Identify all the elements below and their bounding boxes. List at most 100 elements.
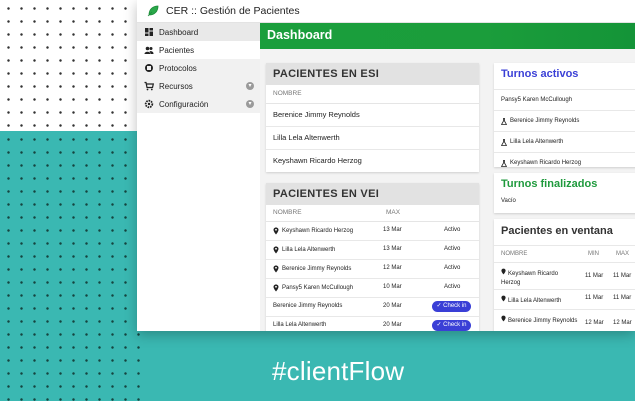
- table-row[interactable]: Keyshawn Ricardo Herzog: [266, 150, 479, 172]
- hashtag-caption: #clientFlow: [272, 356, 405, 386]
- dashboard-icon: [144, 27, 154, 37]
- status-cell: Activo: [444, 227, 461, 233]
- column-header-nombre: NOMBRE: [273, 209, 302, 216]
- sidebar: Dashboard Pacientes Protocolos Recursos …: [137, 23, 260, 331]
- gear-icon: [144, 99, 154, 109]
- list-item[interactable]: Pansy5 Karen McCullough: [494, 89, 635, 110]
- main-content: Dashboard PACIENTES EN ESI NOMBRE Bereni…: [260, 23, 635, 331]
- users-icon: [144, 45, 154, 55]
- date-cell: 12 Mar: [383, 265, 402, 271]
- page-title: Dashboard: [267, 28, 333, 42]
- patient-name: Lilla Lela Altenwerth: [510, 139, 564, 145]
- sidebar-item-pacientes[interactable]: Pacientes: [137, 41, 260, 59]
- min-date: 11 Mar: [585, 295, 604, 301]
- patient-name: Berenice Jimmy Reynolds: [273, 303, 343, 309]
- min-date: 11 Mar: [585, 273, 604, 279]
- table-row[interactable]: Keyshawn Ricardo Herzog 11 Mar 11 Mar: [494, 262, 635, 289]
- location-pin-icon: [501, 268, 506, 275]
- cart-icon: [144, 81, 155, 91]
- sidebar-item-dashboard[interactable]: Dashboard: [137, 23, 260, 41]
- table-row[interactable]: Berenice Jimmy Reynolds 12 Mar Activo: [266, 260, 479, 279]
- date-cell: 13 Mar: [383, 246, 402, 252]
- sidebar-item-label: Dashboard: [159, 27, 199, 37]
- card-title: PACIENTES EN ESI: [266, 63, 479, 85]
- patient-cell: Keyshawn Ricardo Herzog: [273, 227, 353, 235]
- dot-pattern-bottom: [0, 131, 140, 401]
- table-row[interactable]: Lilla Lela Altenwerth 13 Mar Activo: [266, 241, 479, 260]
- location-pin-icon: [273, 265, 279, 273]
- check-in-button[interactable]: ✓ Check in: [432, 320, 471, 331]
- patient-name: Lilla Lela Altenwerth: [282, 247, 336, 253]
- column-header-max: MAX: [616, 251, 630, 257]
- sidebar-item-configuracion[interactable]: Configuración ▾: [137, 95, 260, 113]
- status-cell: Activo: [444, 265, 461, 271]
- status-cell: Activo: [444, 284, 461, 290]
- patient-name: Berenice Jimmy Reynolds: [282, 266, 352, 272]
- patient-cell: Berenice Jimmy Reynolds: [273, 265, 351, 273]
- chevron-down-icon[interactable]: ▾: [246, 100, 254, 108]
- lab-icon: [500, 117, 508, 125]
- date-cell: 20 Mar: [383, 303, 402, 309]
- list-item[interactable]: Keyshawn Ricardo Herzog: [494, 152, 635, 173]
- table-row[interactable]: Lilla Lela Altenwerth 20 Mar ✓ Check in: [266, 317, 479, 331]
- location-pin-icon: [273, 246, 279, 254]
- column-headers: NOMBRE MAX: [266, 205, 479, 222]
- location-pin-icon: [273, 284, 279, 292]
- protocol-icon: [144, 63, 154, 73]
- check-in-label: Check in: [443, 303, 467, 309]
- column-header-min: MIN: [588, 251, 599, 257]
- list-item[interactable]: Lilla Lela Altenwerth: [494, 131, 635, 152]
- card-title: PACIENTES EN VEI: [266, 183, 479, 205]
- patient-name: Pansy5 Karen McCullough: [282, 285, 354, 291]
- max-date: 11 Mar: [613, 295, 632, 301]
- min-date: 12 Mar: [585, 320, 604, 326]
- table-row[interactable]: Lilla Lela Altenwerth: [266, 127, 479, 150]
- table-row[interactable]: Keyshawn Ricardo Herzog 13 Mar Activo: [266, 222, 479, 241]
- date-cell: 20 Mar: [383, 322, 402, 328]
- list-item[interactable]: Berenice Jimmy Reynolds: [494, 110, 635, 131]
- date-cell: 13 Mar: [383, 227, 402, 233]
- table-row[interactable]: Berenice Jimmy Reynolds 12 Mar 12 Mar: [494, 309, 635, 331]
- patient-name: Lilla Lela Altenwerth: [273, 322, 327, 328]
- check-in-label: Check in: [443, 322, 467, 328]
- sidebar-item-recursos[interactable]: Recursos ▾: [137, 77, 260, 95]
- sidebar-item-label: Configuración: [159, 99, 209, 109]
- patient-cell: Keyshawn Ricardo Herzog: [501, 268, 579, 288]
- location-pin-icon: [501, 315, 506, 322]
- patient-name: Berenice Jimmy Reynolds: [510, 118, 580, 124]
- active-turns-card: Turnos activos Pansy5 Karen McCullough B…: [494, 63, 635, 167]
- sidebar-item-label: Protocolos: [159, 63, 197, 73]
- status-cell: Activo: [444, 246, 461, 252]
- card-title: Turnos activos: [501, 68, 579, 80]
- table-row[interactable]: Berenice Jimmy Reynolds 20 Mar ✓ Check i…: [266, 298, 479, 317]
- app-title: CER :: Gestión de Pacientes: [166, 5, 300, 17]
- patient-cell: Pansy5 Karen McCullough: [273, 284, 353, 292]
- leaf-logo-icon: [146, 4, 160, 18]
- patient-name: Lilla Lela Altenwerth: [508, 298, 562, 304]
- chevron-down-icon[interactable]: ▾: [246, 82, 254, 90]
- column-headers: NOMBRE MIN MAX: [494, 245, 635, 262]
- window-time-patients-card: Pacientes en ventana NOMBRE MIN MAX Keys…: [494, 219, 635, 331]
- card-title: Pacientes en ventana: [501, 225, 613, 237]
- sidebar-item-label: Pacientes: [159, 45, 195, 55]
- patient-name: Berenice Jimmy Reynolds: [508, 318, 578, 324]
- patient-cell: Lilla Lela Altenwerth: [273, 246, 335, 254]
- check-in-button[interactable]: ✓ Check in: [432, 301, 471, 312]
- column-header-nombre: NOMBRE: [501, 251, 528, 257]
- column-header-nombre: NOMBRE: [266, 85, 479, 104]
- lab-icon: [500, 159, 508, 167]
- table-row[interactable]: Berenice Jimmy Reynolds: [266, 104, 479, 127]
- lab-icon: [500, 138, 508, 146]
- sidebar-item-protocolos[interactable]: Protocolos: [137, 59, 260, 77]
- max-date: 11 Mar: [613, 273, 632, 279]
- finished-turns-card: Turnos finalizados Vacío: [494, 173, 635, 213]
- location-pin-icon: [501, 295, 506, 302]
- table-row[interactable]: Pansy5 Karen McCullough 10 Mar Activo: [266, 279, 479, 298]
- patient-cell: Lilla Lela Altenwerth: [501, 295, 579, 306]
- date-cell: 10 Mar: [383, 284, 402, 290]
- column-header-max: MAX: [386, 209, 401, 216]
- patient-name: Keyshawn Ricardo Herzog: [282, 228, 354, 234]
- waiting-patients-card: PACIENTES EN ESI NOMBRE Berenice Jimmy R…: [266, 63, 479, 172]
- table-row[interactable]: Lilla Lela Altenwerth 11 Mar 11 Mar: [494, 289, 635, 309]
- max-date: 12 Mar: [613, 320, 632, 326]
